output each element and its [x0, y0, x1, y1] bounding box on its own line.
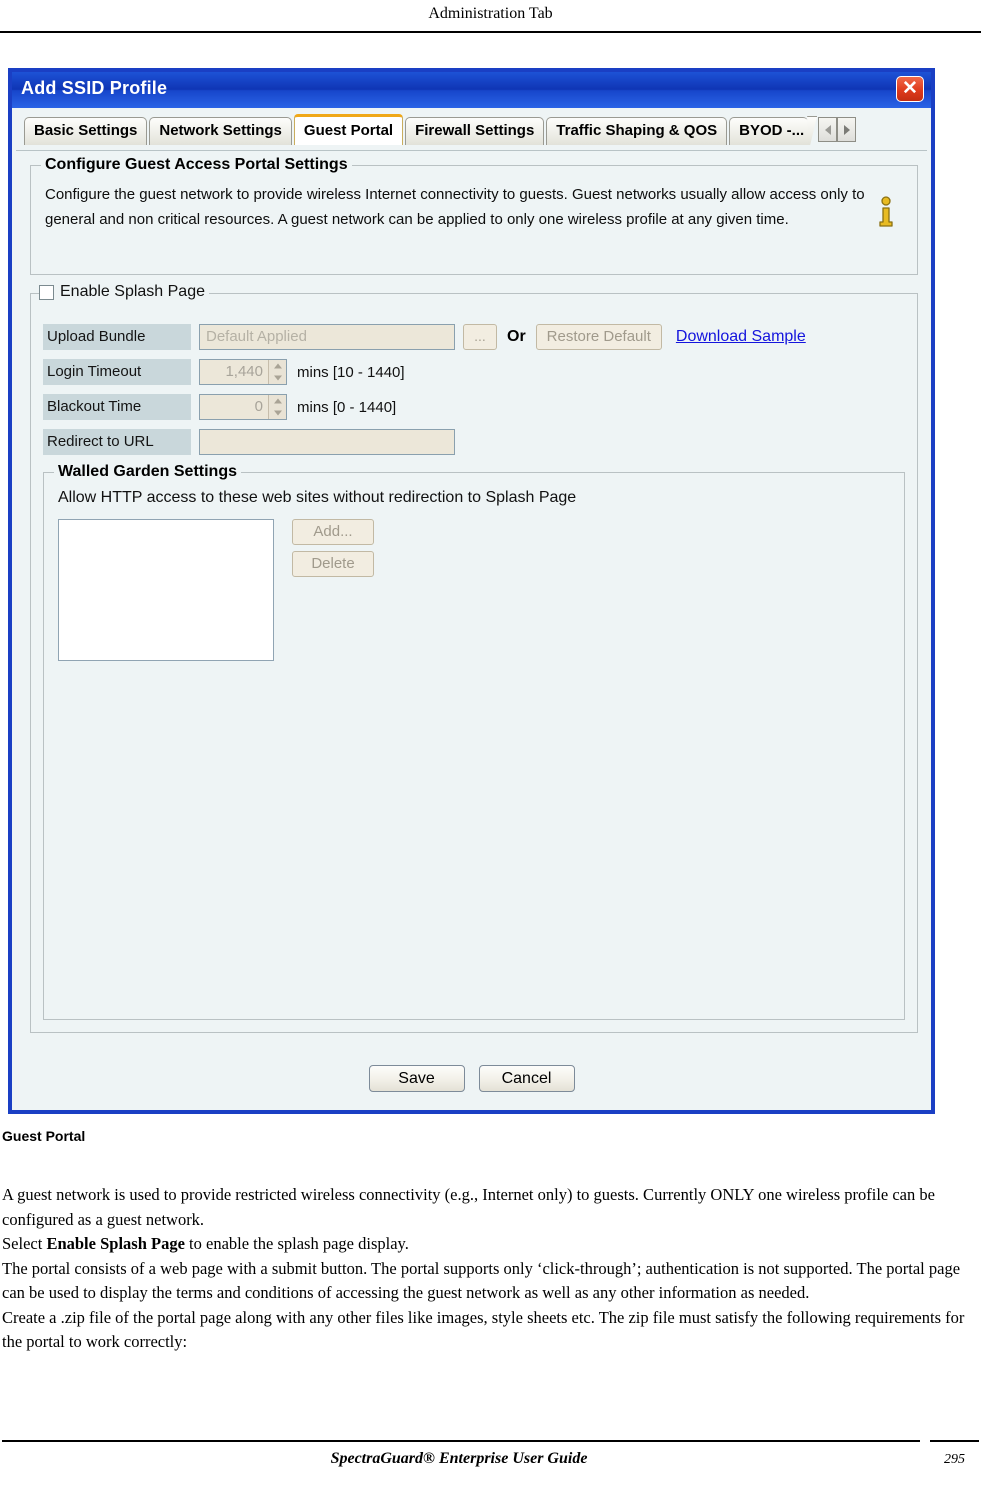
tab-label: Basic Settings: [34, 122, 138, 139]
chevron-up-icon: [273, 363, 282, 369]
dialog-titlebar: Add SSID Profile ✕: [12, 72, 931, 108]
tab-scroll-left-button[interactable]: [818, 117, 838, 142]
tab-label: Network Settings: [159, 122, 282, 139]
running-header: Administration Tab: [0, 0, 981, 34]
walled-garden-add-button[interactable]: Add...: [292, 519, 374, 545]
close-button[interactable]: ✕: [896, 76, 924, 102]
tab-firewall-settings[interactable]: Firewall Settings: [405, 117, 545, 145]
add-ssid-profile-dialog: Add SSID Profile ✕ Basic Settings Network…: [8, 68, 935, 1114]
configure-guest-access-group-title: Configure Guest Access Portal Settings: [41, 156, 352, 174]
chevron-down-icon: [273, 375, 282, 381]
enable-splash-page-group: Enable Splash Page Upload Bundle Default…: [30, 283, 918, 1033]
cancel-button[interactable]: Cancel: [478, 1065, 575, 1092]
blackout-time-value: 0: [254, 398, 263, 415]
body-paragraph-4: Create a .zip file of the portal page al…: [2, 1307, 965, 1352]
dialog-title: Add SSID Profile: [21, 78, 168, 98]
info-icon: [879, 196, 893, 227]
enable-splash-page-label: Enable Splash Page: [60, 283, 205, 300]
upload-bundle-input[interactable]: Default Applied: [199, 324, 455, 350]
footer-divider-page: [930, 1440, 979, 1442]
body-paragraph-2-suffix: to enable the splash page display.: [184, 1234, 409, 1253]
header-divider: [0, 31, 981, 33]
tab-scroll-right-button[interactable]: [837, 117, 857, 142]
dialog-footer-buttons: Save Cancel: [16, 1065, 927, 1092]
blackout-time-units: mins [0 - 1440]: [297, 398, 397, 416]
login-timeout-stepper[interactable]: 1,440: [199, 359, 287, 385]
running-header-title: Administration Tab: [428, 5, 553, 22]
close-icon: ✕: [902, 78, 918, 99]
body-paragraph-1: A guest network is used to provide restr…: [2, 1185, 935, 1229]
chevron-down-icon: [273, 410, 282, 416]
enable-splash-page-checkbox[interactable]: [39, 284, 54, 300]
login-timeout-value: 1,440: [225, 363, 263, 380]
walled-garden-delete-button[interactable]: Delete: [292, 551, 374, 577]
upload-bundle-label: Upload Bundle: [43, 324, 191, 350]
blackout-time-arrows: [268, 395, 286, 419]
configure-guest-access-group: Configure Guest Access Portal Settings C…: [30, 156, 918, 275]
tab-basic-settings[interactable]: Basic Settings: [24, 117, 148, 145]
login-timeout-decrement-button[interactable]: [269, 372, 286, 384]
walled-garden-group-title: Walled Garden Settings: [54, 463, 241, 481]
figure-caption: Guest Portal: [2, 1128, 86, 1144]
enable-splash-page-title: Enable Splash Page: [39, 283, 209, 301]
footer-guide-title: SpectraGuard® Enterprise User Guide: [330, 1450, 588, 1467]
tab-network-settings[interactable]: Network Settings: [149, 117, 292, 145]
chevron-up-icon: [273, 398, 282, 404]
blackout-time-increment-button[interactable]: [269, 395, 286, 407]
tab-scroll-controls: [818, 117, 857, 145]
login-timeout-row: Login Timeout 1,440 mins [10 - 1440]: [43, 359, 405, 385]
redirect-to-url-label: Redirect to URL: [43, 429, 191, 455]
login-timeout-units: mins [10 - 1440]: [297, 363, 405, 381]
tab-label: Traffic Shaping & QOS: [556, 122, 718, 139]
body-paragraph-3: The portal consists of a web page with a…: [2, 1258, 961, 1303]
walled-garden-group: Walled Garden Settings Allow HTTP access…: [43, 463, 905, 1020]
redirect-to-url-input[interactable]: [199, 429, 455, 455]
login-timeout-increment-button[interactable]: [269, 360, 286, 372]
redirect-to-url-row: Redirect to URL: [43, 429, 455, 455]
tab-content-pane: Configure Guest Access Portal Settings C…: [16, 150, 927, 1106]
upload-bundle-or-text: Or: [507, 328, 526, 345]
tab-overflow-clip: [807, 116, 818, 145]
tab-byod[interactable]: BYOD -...: [729, 117, 809, 145]
upload-bundle-browse-button[interactable]: ...: [463, 324, 497, 350]
login-timeout-arrows: [268, 360, 286, 384]
scroll-right-icon: [843, 124, 850, 135]
tab-guest-portal[interactable]: Guest Portal: [293, 114, 404, 145]
tab-label: BYOD -...: [739, 122, 805, 139]
blackout-time-stepper[interactable]: 0: [199, 394, 287, 420]
blackout-time-decrement-button[interactable]: [269, 407, 286, 419]
configure-guest-access-description: Configure the guest network to provide w…: [45, 186, 865, 228]
tab-label: Guest Portal: [303, 122, 394, 139]
body-text: A guest network is used to provide restr…: [2, 1183, 977, 1355]
body-paragraph-2-prefix: Select: [2, 1234, 47, 1253]
body-paragraph-2: Select Enable Splash Page to enable the …: [2, 1232, 977, 1257]
tab-strip: Basic Settings Network Settings Guest Port…: [12, 114, 931, 146]
login-timeout-label: Login Timeout: [43, 359, 191, 385]
scroll-left-icon: [824, 124, 831, 135]
walled-garden-description: Allow HTTP access to these web sites wit…: [58, 489, 577, 506]
tab-traffic-shaping-qos[interactable]: Traffic Shaping & QOS: [546, 117, 728, 145]
blackout-time-row: Blackout Time 0 mins [0 - 1440]: [43, 394, 396, 420]
save-button[interactable]: Save: [368, 1065, 465, 1092]
blackout-time-label: Blackout Time: [43, 394, 191, 420]
upload-bundle-row: Upload Bundle Default Applied ... Or Res…: [43, 324, 806, 350]
body-paragraph-2-bold: Enable Splash Page: [46, 1234, 185, 1253]
download-sample-link[interactable]: Download Sample: [676, 328, 806, 346]
walled-garden-list[interactable]: [58, 519, 274, 661]
footer-divider: [2, 1440, 920, 1442]
restore-default-button[interactable]: Restore Default: [535, 324, 662, 350]
tab-label: Firewall Settings: [415, 122, 535, 139]
footer-page-number: 295: [944, 1452, 965, 1467]
